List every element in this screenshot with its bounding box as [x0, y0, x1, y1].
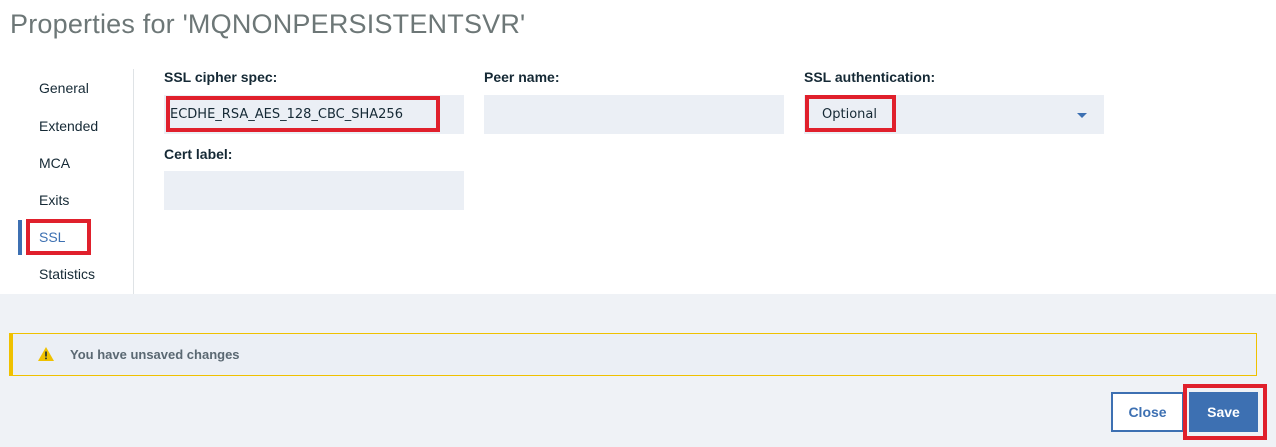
save-button[interactable]: Save: [1189, 392, 1258, 432]
nav-item-exits[interactable]: Exits: [39, 192, 69, 208]
ssl-authentication-select[interactable]: Optional: [804, 95, 1104, 134]
properties-dialog: Properties for 'MQNONPERSISTENTSVR' Gene…: [0, 0, 1276, 447]
unsaved-changes-notification: You have unsaved changes: [9, 333, 1257, 376]
nav-item-general[interactable]: General: [39, 80, 89, 96]
chevron-down-icon[interactable]: [1077, 113, 1087, 118]
ssl-authentication-label: SSL authentication:: [804, 69, 936, 85]
nav-item-mca[interactable]: MCA: [39, 155, 70, 171]
nav-item-statistics[interactable]: Statistics: [39, 266, 95, 282]
cert-label-field[interactable]: [164, 171, 464, 210]
nav-active-indicator: [18, 220, 22, 255]
side-nav: General Extended MCA Exits SSL Statistic…: [0, 0, 134, 294]
nav-item-ssl[interactable]: SSL: [39, 229, 65, 245]
cert-label-label: Cert label:: [164, 146, 233, 162]
close-button[interactable]: Close: [1111, 392, 1184, 432]
warning-icon: [38, 347, 54, 361]
ssl-cipher-spec-label: SSL cipher spec:: [164, 69, 278, 85]
ssl-cipher-spec-field[interactable]: ECDHE_RSA_AES_128_CBC_SHA256: [164, 95, 464, 134]
peer-name-label: Peer name:: [484, 69, 560, 85]
nav-item-extended[interactable]: Extended: [39, 118, 98, 134]
warning-text: You have unsaved changes: [70, 347, 240, 362]
nav-divider: [133, 69, 134, 294]
peer-name-field[interactable]: [484, 95, 784, 134]
